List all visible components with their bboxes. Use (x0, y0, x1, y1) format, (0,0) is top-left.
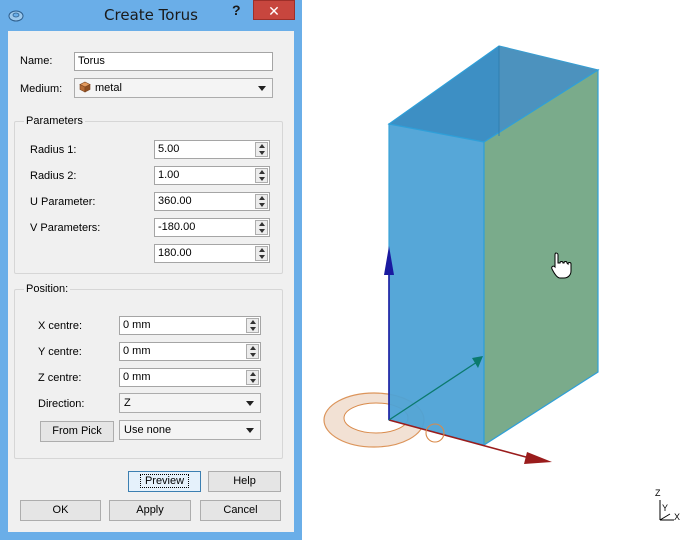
preview-label: Preview (139, 474, 190, 488)
create-torus-dialog: Create Torus ? ✕ Name: Torus Medium: met… (0, 0, 302, 540)
radius2-spinbox[interactable]: 1.00 (154, 166, 270, 185)
chevron-down-icon (246, 401, 254, 406)
y-centre-label: Y centre: (38, 346, 82, 358)
medium-value: metal (95, 82, 122, 94)
name-label: Name: (20, 55, 53, 67)
x-centre-label: X centre: (38, 320, 83, 332)
pick-mode-select[interactable]: Use none (119, 420, 261, 440)
parameters-title: Parameters (24, 115, 85, 127)
direction-label: Direction: (38, 398, 85, 410)
z-centre-spinbox[interactable]: 0 mm (119, 368, 261, 387)
v-max-spinbox[interactable]: 180.00 (154, 244, 270, 263)
triad-x-label: X (674, 512, 680, 522)
dialog-body: Name: Torus Medium: metal Parameters Rad… (8, 31, 294, 532)
medium-label: Medium: (20, 83, 63, 95)
radius1-label: Radius 1: (30, 144, 77, 156)
spin-arrows-icon[interactable] (255, 142, 268, 157)
v-min-value: -180.00 (158, 221, 196, 233)
radius1-value: 5.00 (158, 143, 180, 155)
close-button[interactable]: ✕ (253, 0, 295, 20)
apply-button[interactable]: Apply (109, 500, 191, 521)
help-button[interactable]: Help (208, 471, 281, 492)
cancel-button[interactable]: Cancel (200, 500, 281, 521)
spin-arrows-icon[interactable] (246, 370, 259, 385)
direction-value: Z (124, 397, 131, 409)
ok-button[interactable]: OK (20, 500, 101, 521)
triad-y-label: Y (662, 503, 669, 513)
v-parameters-label: V Parameters: (30, 222, 101, 234)
medium-select[interactable]: metal (74, 78, 273, 98)
u-parameter-spinbox[interactable]: 360.00 (154, 192, 270, 211)
spin-arrows-icon[interactable] (255, 246, 268, 261)
preview-button[interactable]: Preview (128, 471, 201, 492)
z-centre-value: 0 mm (123, 371, 151, 383)
position-title: Position: (24, 283, 71, 295)
v-min-spinbox[interactable]: -180.00 (154, 218, 270, 237)
radius2-value: 1.00 (158, 169, 180, 181)
triad-z-label: Z (655, 488, 661, 498)
u-parameter-label: U Parameter: (30, 196, 96, 208)
x-centre-value: 0 mm (123, 319, 151, 331)
spin-arrows-icon[interactable] (255, 168, 268, 183)
chevron-down-icon (258, 86, 266, 91)
z-centre-label: Z centre: (38, 372, 82, 384)
radius1-spinbox[interactable]: 5.00 (154, 140, 270, 159)
help-icon[interactable]: ? (232, 2, 241, 18)
u-parameter-value: 360.00 (158, 195, 192, 207)
spin-arrows-icon[interactable] (255, 220, 268, 235)
3d-viewport[interactable] (302, 0, 680, 540)
direction-select[interactable]: Z (119, 393, 261, 413)
spin-arrows-icon[interactable] (246, 344, 259, 359)
y-centre-spinbox[interactable]: 0 mm (119, 342, 261, 361)
name-input[interactable]: Torus (74, 52, 273, 71)
radius2-label: Radius 2: (30, 170, 77, 182)
from-pick-button[interactable]: From Pick (40, 421, 114, 442)
spin-arrows-icon[interactable] (255, 194, 268, 209)
pick-mode-value: Use none (124, 424, 172, 436)
v-max-value: 180.00 (158, 247, 192, 259)
x-centre-spinbox[interactable]: 0 mm (119, 316, 261, 335)
y-centre-value: 0 mm (123, 345, 151, 357)
spin-arrows-icon[interactable] (246, 318, 259, 333)
box-solid[interactable] (387, 45, 600, 447)
metal-cube-icon (79, 81, 91, 93)
chevron-down-icon (246, 428, 254, 433)
title-bar[interactable]: Create Torus ? ✕ (0, 0, 302, 30)
